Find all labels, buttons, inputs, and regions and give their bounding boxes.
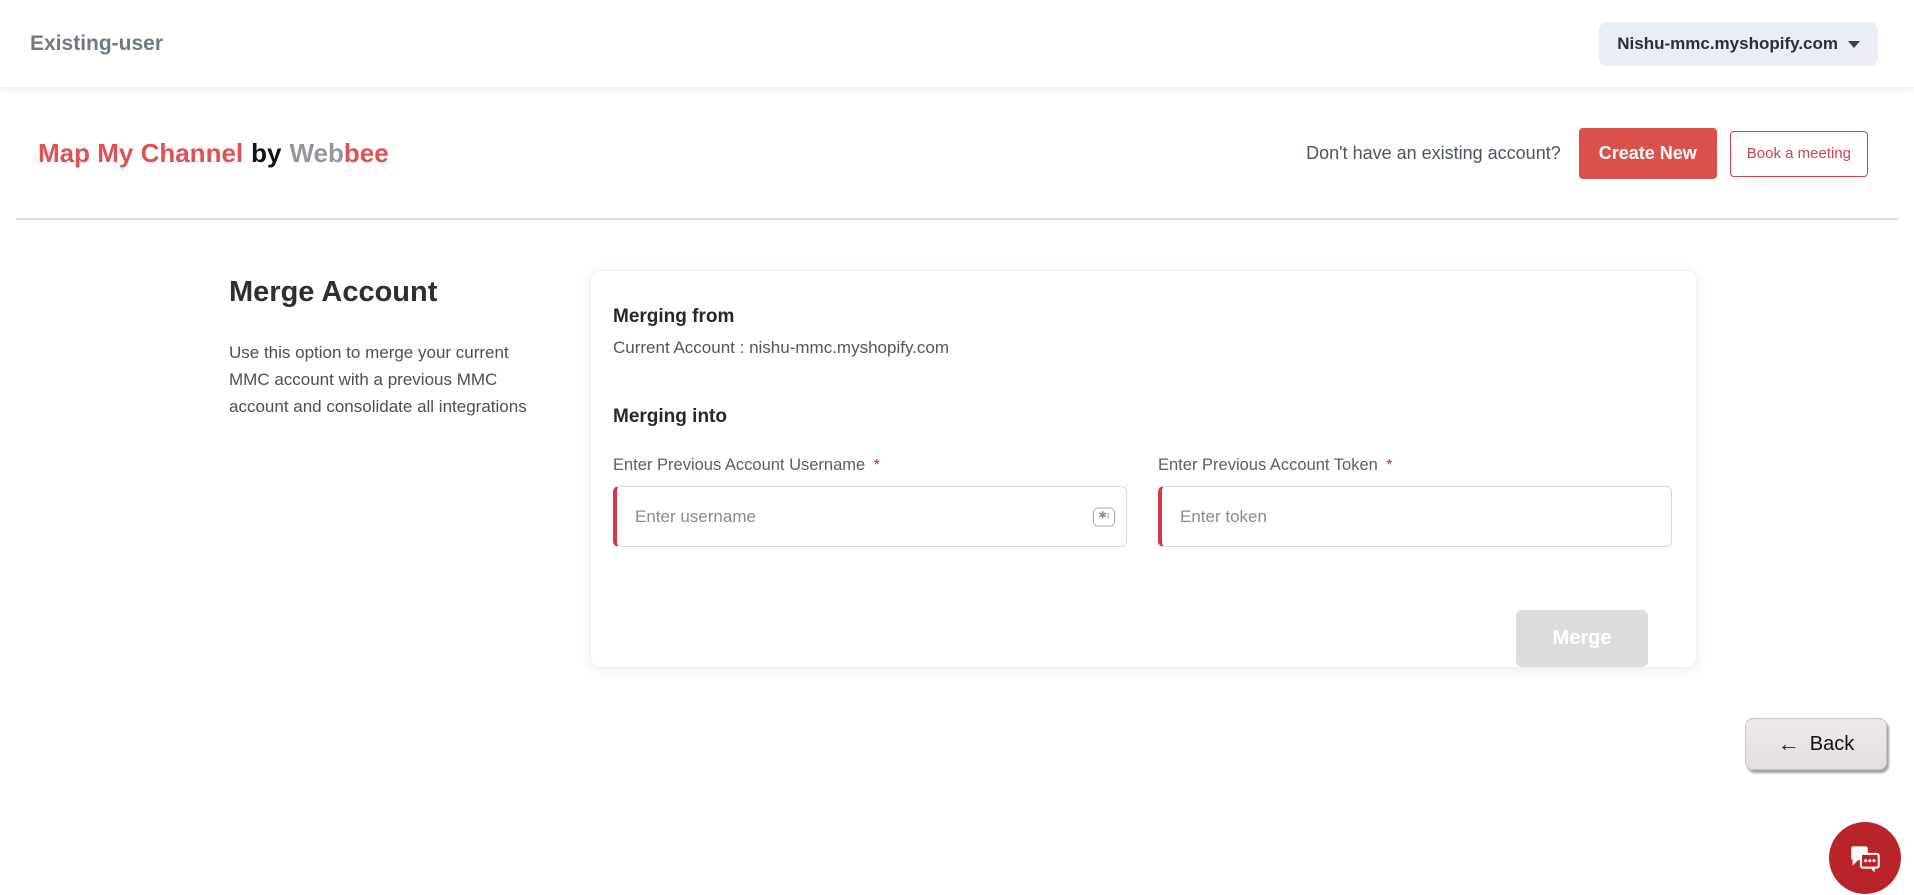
page-title: Existing-user xyxy=(30,31,164,55)
merge-form-row: Enter Previous Account Username * ✱ı Ent… xyxy=(613,456,1672,547)
username-input[interactable] xyxy=(613,486,1127,547)
brand-name: Map My Channel xyxy=(38,138,244,168)
book-meeting-button[interactable]: Book a meeting xyxy=(1729,130,1868,177)
header-actions: Don't have an existing account? Create N… xyxy=(1306,128,1868,179)
account-prompt-text: Don't have an existing account? xyxy=(1306,143,1561,163)
merging-into-heading: Merging into xyxy=(613,406,727,427)
token-field-group: Enter Previous Account Token * xyxy=(1158,456,1672,547)
merge-card: Merging from Current Account : nishu-mmc… xyxy=(590,270,1697,668)
section-description: Use this option to merge your current MM… xyxy=(229,343,527,416)
merge-intro: Merge Account Use this option to merge y… xyxy=(229,276,547,420)
required-asterisk: * xyxy=(1386,457,1393,474)
chat-bubbles-icon xyxy=(1851,846,1880,873)
merging-from-heading: Merging from xyxy=(613,306,735,327)
token-label: Enter Previous Account Token xyxy=(1158,456,1378,474)
back-button[interactable]: ← Back xyxy=(1745,718,1887,770)
username-field-group: Enter Previous Account Username * ✱ı xyxy=(613,456,1127,547)
brand-vendor-gray: Web xyxy=(289,138,344,168)
current-account-text: Current Account : nishu-mmc.myshopify.co… xyxy=(613,338,950,357)
username-input-wrap: ✱ı xyxy=(613,486,1127,547)
section-title: Merge Account xyxy=(229,276,438,308)
app-header: Map My Channel by Web bee Don't have an … xyxy=(0,89,1914,218)
back-button-label: Back xyxy=(1809,732,1855,755)
store-selector-dropdown[interactable]: Nishu-mmc.myshopify.com xyxy=(1599,21,1878,66)
required-asterisk: * xyxy=(873,457,880,474)
brand-vendor-red: bee xyxy=(343,138,389,168)
chevron-down-icon xyxy=(1848,41,1860,48)
chat-widget-button[interactable] xyxy=(1829,822,1901,894)
page: Existing-user Nishu-mmc.myshopify.com Ma… xyxy=(0,0,1914,895)
merge-button[interactable]: Merge xyxy=(1516,610,1648,667)
brand-by: by xyxy=(251,138,282,168)
topbar: Existing-user Nishu-mmc.myshopify.com xyxy=(0,0,1914,88)
username-label: Enter Previous Account Username xyxy=(613,456,866,474)
token-input[interactable] xyxy=(1158,486,1672,547)
autofill-extension-icon: ✱ı xyxy=(1093,507,1115,526)
brand-logo: Map My Channel by Web bee xyxy=(38,138,389,169)
token-input-wrap xyxy=(1158,486,1672,547)
store-selector-label: Nishu-mmc.myshopify.com xyxy=(1617,33,1838,53)
create-new-button[interactable]: Create New xyxy=(1578,128,1717,179)
back-arrow-icon: ← xyxy=(1777,731,1800,756)
header-divider xyxy=(16,218,1898,220)
